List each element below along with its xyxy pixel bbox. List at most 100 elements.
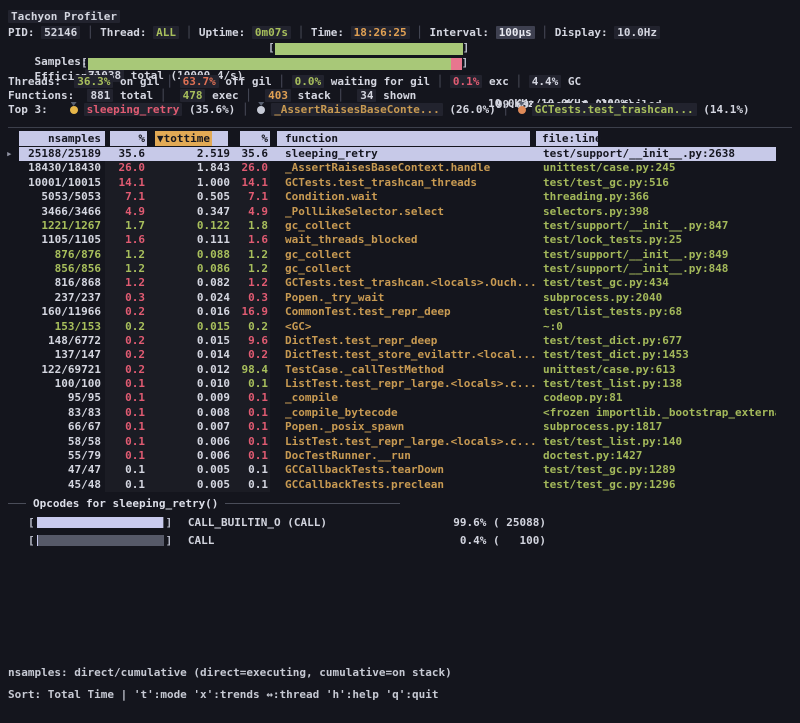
table-row[interactable]: 876/8761.20.0881.2gc_collecttest/support… xyxy=(19,248,776,262)
opcode-bar-fill xyxy=(37,517,163,528)
status-pid-value: 52146 xyxy=(41,26,80,39)
medal-gold-icon xyxy=(70,106,78,114)
top3-function-name: sleeping_retry xyxy=(84,103,183,116)
column-header-function[interactable]: function xyxy=(277,131,530,146)
header-gap xyxy=(270,131,277,146)
table-row[interactable]: 58/580.10.0060.1ListTest.test_repr_large… xyxy=(19,435,776,449)
table-row[interactable]: 148/67720.20.0159.6DictTest.test_repr_de… xyxy=(19,334,776,348)
table-row[interactable]: 47/470.10.0050.1GCCallbackTests.tearDown… xyxy=(19,463,776,477)
cell-file-line: test/list_tests.py:68 xyxy=(536,305,776,319)
cell-pct-cumulative: 14.1 xyxy=(230,176,270,190)
cell-file-line: test/support/__init__.py:847 xyxy=(536,219,776,233)
status-item-display: Display: 10.0Hz xyxy=(555,26,660,39)
status-item-pid: PID: 52146 xyxy=(8,26,80,39)
medal-bronze-icon xyxy=(518,106,526,114)
cell-pct-direct: 1.6 xyxy=(105,233,147,247)
status-thread-label: Thread: xyxy=(100,26,153,39)
top3-function-name: _AssertRaisesBaseConte... xyxy=(271,103,443,116)
cell-file-line: test/test_gc.py:1289 xyxy=(536,463,776,477)
tachyon-profiler-app: Tachyon Profiler PID: 52146 │ Thread: AL… xyxy=(0,0,800,723)
table-row-selected[interactable]: 25188/2518935.62.51935.6sleeping_retryte… xyxy=(19,147,776,161)
table-row[interactable]: 83/830.10.0080.1_compile_bytecode<frozen… xyxy=(19,406,776,420)
table-row[interactable]: 66/670.10.0070.1Popen._posix_spawnsubpro… xyxy=(19,420,776,434)
functions-stat: 881 total xyxy=(87,89,153,102)
table-row[interactable]: 816/8681.20.0821.2GCTests.test_trashcan.… xyxy=(19,276,776,290)
cell-nsamples: 18430/18430 xyxy=(19,161,105,175)
cell-nsamples: 25188/25189 xyxy=(19,147,105,161)
table-row[interactable]: 18430/1843026.01.84326.0_AssertRaisesBas… xyxy=(19,161,776,175)
table-row[interactable]: 1105/11051.60.1111.6wait_threads_blocked… xyxy=(19,233,776,247)
column-header-pct-cumulative[interactable]: % xyxy=(240,131,270,146)
cell-pct-cumulative: 0.1 xyxy=(230,478,270,492)
threads-stat-text: GC xyxy=(561,75,581,88)
cell-file-line: test/support/__init__.py:848 xyxy=(536,262,776,276)
top3-percent: (26.0%) xyxy=(443,103,496,116)
cell-pct-cumulative: 1.6 xyxy=(230,233,270,247)
cell-function: DictTest.test_store_evilattr.<local... xyxy=(270,348,536,362)
cell-pct-direct: 0.1 xyxy=(105,377,147,391)
status-item-time: Time: 18:26:25 xyxy=(311,26,410,39)
table-row[interactable]: 100/1000.10.0100.1ListTest.test_repr_lar… xyxy=(19,377,776,391)
opcode-stat: 99.6% ( 25088) xyxy=(436,516,546,529)
cell-nsamples: 160/11966 xyxy=(19,305,105,319)
top3-item: sleeping_retry (35.6%) xyxy=(68,103,236,116)
status-bar: PID: 52146 │ Thread: ALL │ Uptime: 0m07s… xyxy=(8,26,794,40)
cell-file-line: test/test_list.py:140 xyxy=(536,435,776,449)
column-header-pct-direct[interactable]: % xyxy=(110,131,147,146)
cell-pct-direct: 1.7 xyxy=(105,219,147,233)
rule-segment xyxy=(225,503,400,504)
cell-nsamples: 148/6772 xyxy=(19,334,105,348)
footer-keybinds: Sort: Total Time | 't':mode 'x':trends ↔… xyxy=(8,688,794,702)
table-row[interactable]: 95/950.10.0090.1_compilecodeop.py:81 xyxy=(19,391,776,405)
table-row[interactable]: 1221/12671.70.1221.8gc_collecttest/suppo… xyxy=(19,219,776,233)
opcode-label: CALL xyxy=(172,534,214,547)
cell-pct-direct: 0.2 xyxy=(105,305,147,319)
cell-pct-direct: 0.1 xyxy=(105,463,147,477)
cell-tottime: 0.015 xyxy=(147,334,230,348)
cell-pct-direct: 0.2 xyxy=(105,348,147,362)
column-header-tottime-sorted[interactable]: ▼tottime xyxy=(155,131,228,146)
table-header: nsamples % ▼tottime % function file:line xyxy=(19,131,776,146)
table-row[interactable]: 55/790.10.0060.1DocTestRunner.__rundocte… xyxy=(19,449,776,463)
cell-function: TestCase._callTestMethod xyxy=(270,363,536,377)
cell-pct-cumulative: 26.0 xyxy=(230,161,270,175)
cell-file-line: test/test_gc.py:516 xyxy=(536,176,776,190)
column-header-nsamples[interactable]: nsamples xyxy=(19,131,105,146)
table-row[interactable]: 160/119660.20.01616.9CommonTest.test_rep… xyxy=(19,305,776,319)
bracket-open: [ xyxy=(268,41,275,55)
cell-pct-direct: 0.1 xyxy=(105,406,147,420)
opcodes-title: Opcodes for sleeping_retry() xyxy=(33,497,218,510)
cell-tottime: 0.024 xyxy=(147,291,230,305)
status-time-value: 18:26:25 xyxy=(351,26,410,39)
cell-pct-cumulative: 9.6 xyxy=(230,334,270,348)
table-row[interactable]: 5053/50537.10.5057.1Condition.waitthread… xyxy=(19,190,776,204)
table-row[interactable]: 856/8561.20.0861.2gc_collecttest/support… xyxy=(19,262,776,276)
functions-stat-value: 478 xyxy=(180,89,206,102)
cell-nsamples: 45/48 xyxy=(19,478,105,492)
cell-nsamples: 66/67 xyxy=(19,420,105,434)
cell-pct-direct: 0.1 xyxy=(105,420,147,434)
column-header-file-line[interactable]: file:line xyxy=(536,131,598,146)
threads-stat: 0.1% exc xyxy=(450,75,509,88)
table-row[interactable]: 45/480.10.0050.1GCCallbackTests.preclean… xyxy=(19,478,776,492)
functions-stat-text: total xyxy=(113,89,153,102)
cell-nsamples: 1221/1267 xyxy=(19,219,105,233)
cell-file-line: selectors.py:398 xyxy=(536,205,776,219)
cell-tottime: 0.505 xyxy=(147,190,230,204)
table-row[interactable]: 122/697210.20.01298.4TestCase._callTestM… xyxy=(19,363,776,377)
table-row[interactable]: 137/1470.20.0140.2DictTest.test_store_ev… xyxy=(19,348,776,362)
cell-function: GCTests.test_trashcan.<locals>.Ouch... xyxy=(270,276,536,290)
cell-file-line: codeop.py:81 xyxy=(536,391,776,405)
cell-nsamples: 137/147 xyxy=(19,348,105,362)
opcode-row: [] CALL_BUILTIN_O (CALL)99.6% ( 25088) xyxy=(28,513,548,531)
separator: │ xyxy=(535,26,555,39)
functions-stat: 478 exec xyxy=(180,89,239,102)
cell-file-line: threading.py:366 xyxy=(536,190,776,204)
table-row[interactable]: 237/2370.30.0240.3Popen._try_waitsubproc… xyxy=(19,291,776,305)
table-row[interactable]: 10001/1001514.11.00014.1GCTests.test_tra… xyxy=(19,176,776,190)
separator: │ xyxy=(235,103,255,116)
table-row[interactable]: 3466/34664.90.3474.9_PollLikeSelector.se… xyxy=(19,205,776,219)
table-row[interactable]: 153/1530.20.0150.2<GC>~:0 xyxy=(19,320,776,334)
cell-function: ListTest.test_repr_large.<locals>.c... xyxy=(270,377,536,391)
cell-tottime: 2.519 xyxy=(147,147,230,161)
